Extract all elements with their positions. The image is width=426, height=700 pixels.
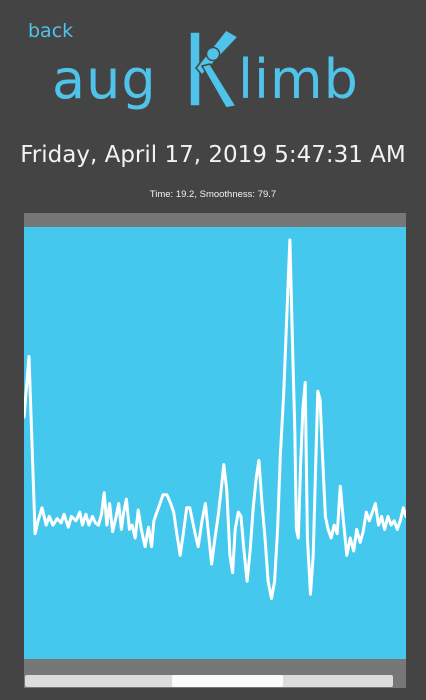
session-datetime: Friday, April 17, 2019 5:47:31 AM [20,142,406,168]
logo-text-right: limb [238,48,359,111]
horizontal-scrollbar[interactable] [25,675,393,687]
logo-text-left: aug [52,48,157,111]
line-chart [24,227,406,659]
session-stats: Time: 19.2, Smoothness: 79.7 [149,189,277,200]
logo: aug limb [52,28,382,110]
scrollbar-thumb[interactable] [172,675,283,687]
series-line-0 [24,238,406,600]
chart-plot-svg [24,238,406,600]
climber-figure-icon [189,29,240,109]
